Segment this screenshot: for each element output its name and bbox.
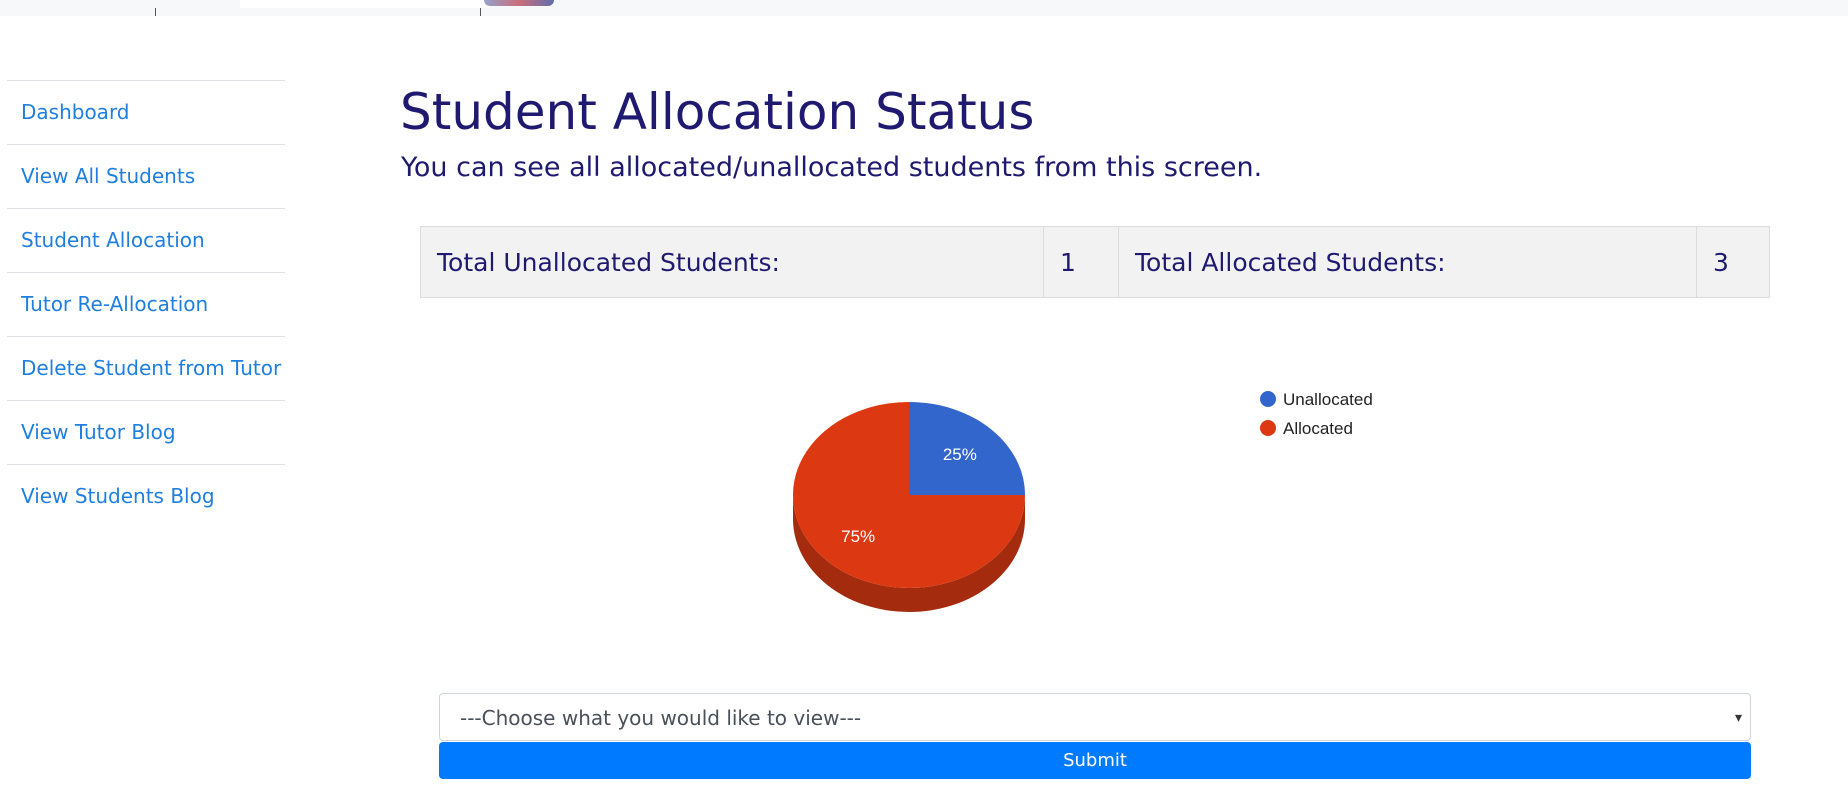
view-select[interactable]: ---Choose what you would like to view---… xyxy=(439,693,1751,741)
legend-marker xyxy=(1260,391,1276,407)
legend-marker xyxy=(1260,420,1276,436)
allocated-count: 3 xyxy=(1696,226,1770,298)
table-row: Total Unallocated Students: 1 Total Allo… xyxy=(420,226,1770,298)
logo[interactable] xyxy=(240,0,554,8)
navbar-divider xyxy=(155,8,156,16)
top-navbar xyxy=(0,0,1848,16)
submit-button[interactable]: Submit xyxy=(439,742,1751,779)
chevron-down-icon: ▾ xyxy=(1734,709,1742,725)
unallocated-count: 1 xyxy=(1043,226,1119,298)
allocated-label: Total Allocated Students: xyxy=(1118,226,1697,298)
sidebar-item-dashboard[interactable]: Dashboard xyxy=(7,80,285,144)
unallocated-label: Total Unallocated Students: xyxy=(420,226,1044,298)
pie-data-label: 25% xyxy=(943,445,977,464)
view-select-value: ---Choose what you would like to view--- xyxy=(460,706,862,730)
allocation-stats-table: Total Unallocated Students: 1 Total Allo… xyxy=(420,226,1770,298)
navbar-divider xyxy=(480,8,481,16)
sidebar-item-view-tutor-blog[interactable]: View Tutor Blog xyxy=(7,400,285,464)
sidebar: Dashboard View All Students Student Allo… xyxy=(7,80,285,528)
page-subtitle: You can see all allocated/unallocated st… xyxy=(401,152,1263,183)
logo-icon xyxy=(484,0,554,6)
allocation-pie-chart: 25% 75% Unallocated Allocated xyxy=(793,390,1373,612)
legend-label: Unallocated xyxy=(1283,390,1373,409)
sidebar-item-view-all-students[interactable]: View All Students xyxy=(7,144,285,208)
legend-label: Allocated xyxy=(1283,419,1353,438)
sidebar-item-view-students-blog[interactable]: View Students Blog xyxy=(7,464,285,528)
page-title: Student Allocation Status xyxy=(400,83,1035,141)
pie-data-label: 75% xyxy=(841,527,875,546)
sidebar-item-student-allocation[interactable]: Student Allocation xyxy=(7,208,285,272)
sidebar-item-delete-student[interactable]: Delete Student from Tutor xyxy=(7,336,285,400)
sidebar-item-tutor-reallocation[interactable]: Tutor Re-Allocation xyxy=(7,272,285,336)
